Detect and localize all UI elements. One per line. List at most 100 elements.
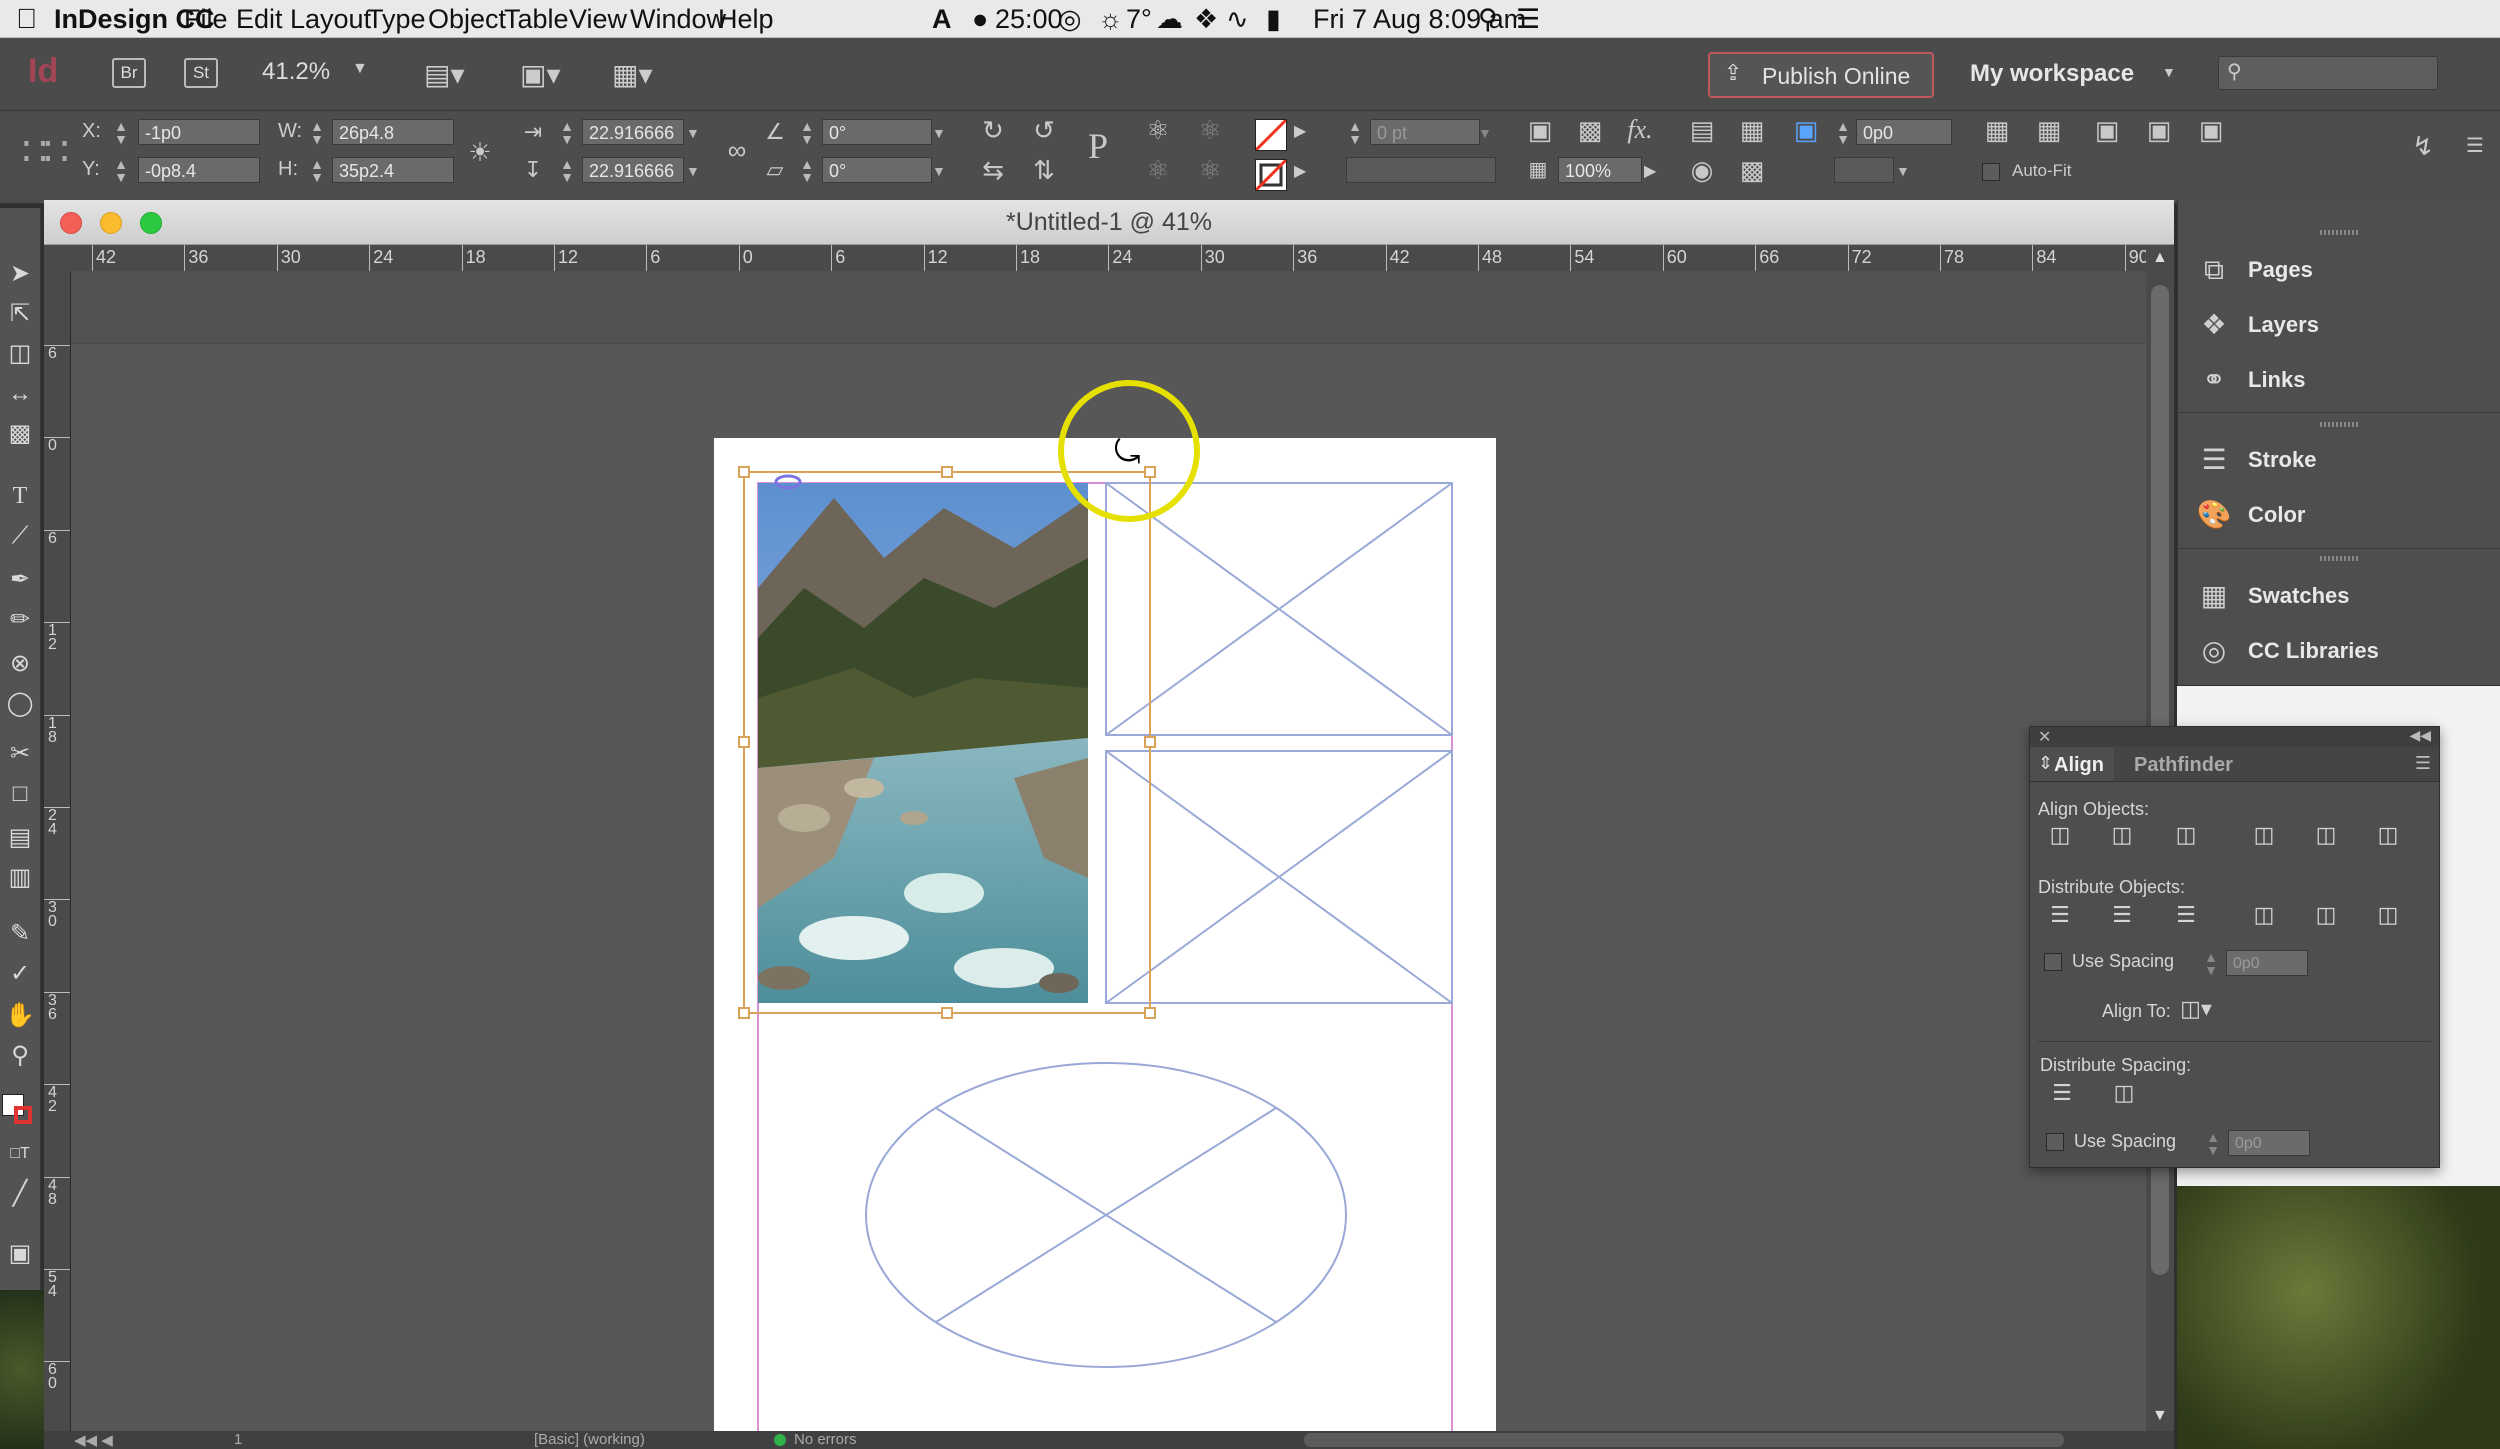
distribute-vertical-centers-icon[interactable]: ☰ <box>2106 899 2138 931</box>
screen-mode-tool-icon[interactable]: ▣ <box>4 1238 36 1270</box>
stroke-type-dropdown[interactable] <box>1346 157 1496 183</box>
w-stepper[interactable]: ▲ ▼ <box>308 119 326 146</box>
h-stepper[interactable]: ▲ ▼ <box>308 157 326 184</box>
align-bottom-edges-icon[interactable]: ◫ <box>2372 819 2404 851</box>
menu-table[interactable]: Table <box>504 3 569 35</box>
wifi-icon[interactable]: ∿ <box>1226 3 1249 35</box>
effects-fx-icon[interactable]: fx. <box>1624 115 1656 145</box>
corner-shape-dropdown-icon[interactable]: ▼ <box>1896 163 1910 179</box>
fit-content-proportionally-icon[interactable]: ▦ <box>1980 115 2014 145</box>
control-panel-menu-icon[interactable]: ☰ <box>2460 131 2490 161</box>
corner-shape-field[interactable] <box>1834 157 1894 183</box>
document-page[interactable] <box>714 438 1496 1449</box>
dropbox-icon[interactable]: ❖ <box>1194 3 1218 35</box>
stroke-weight-dropdown-icon[interactable]: ▼ <box>1478 125 1492 141</box>
gap-tool-icon[interactable]: ↔ <box>4 378 36 410</box>
creative-cloud-icon[interactable]: ◎ <box>1058 3 1082 35</box>
fill-swatch[interactable] <box>1255 119 1287 151</box>
select-container-icon[interactable]: ⚛ <box>1142 115 1174 145</box>
content-collector-icon[interactable]: ▩ <box>4 418 36 450</box>
hand-tool-icon[interactable]: ✋ <box>4 1000 36 1032</box>
opacity-field[interactable]: 100% <box>1558 157 1642 183</box>
auto-fit-checkbox[interactable] <box>1982 163 2000 181</box>
shear-dropdown-icon[interactable]: ▼ <box>932 163 946 179</box>
line-tool-icon[interactable]: ⟋ <box>4 520 36 552</box>
use-spacing-checkbox-2[interactable] <box>2046 1133 2064 1151</box>
drop-shadow-icon[interactable]: ▣ <box>1524 115 1556 145</box>
rectangle-frame-tool-icon[interactable]: ⊗ <box>4 648 36 680</box>
page-tool-icon[interactable]: ◫ <box>4 338 36 370</box>
width-field[interactable]: 26p4.8 <box>332 119 454 145</box>
notification-center-icon[interactable]: ☰ <box>1516 3 1540 35</box>
panel-item-links[interactable]: ⚭ Links <box>2178 352 2500 407</box>
frame-fitting-icon[interactable]: ▣ <box>1790 115 1822 145</box>
fill-frame-proportionally-icon[interactable]: ▦ <box>2032 115 2066 145</box>
gradient-swatch-tool-icon[interactable]: ▤ <box>4 822 36 854</box>
formatting-affects-icon[interactable]: □T <box>4 1138 36 1170</box>
menu-view[interactable]: View <box>569 3 627 35</box>
align-left-edges-icon[interactable]: ◫ <box>2044 819 2076 851</box>
use-spacing-stepper-2[interactable]: ▲ ▼ <box>2204 1130 2222 1157</box>
select-content-icon[interactable]: ⚛ <box>1194 115 1226 145</box>
adobe-icon[interactable]: A <box>932 3 952 35</box>
effects-square-icon[interactable]: ▩ <box>1574 115 1606 145</box>
vertical-ruler[interactable]: 6 0 6 1 2 1 8 2 4 3 0 3 6 4 2 4 8 5 4 6 0 <box>44 271 71 1431</box>
spotlight-search-icon[interactable]: ⚲ <box>1478 3 1498 35</box>
panel-item-pages[interactable]: ⧉ Pages <box>2178 242 2500 297</box>
shear-angle-field[interactable]: 0° <box>822 157 932 183</box>
note-tool-icon[interactable]: ✎ <box>4 918 36 950</box>
menu-help[interactable]: Help <box>718 3 774 35</box>
align-horizontal-centers-icon[interactable]: ◫ <box>2106 819 2138 851</box>
distribute-horizontal-space-icon[interactable]: ◫ <box>2108 1077 2140 1109</box>
screen-mode-icon[interactable]: ▣▾ <box>520 58 561 91</box>
menu-layout[interactable]: Layout <box>290 3 371 35</box>
align-to-selection-dropdown[interactable]: ◫▾ <box>2180 993 2212 1025</box>
view-options-icon[interactable]: ▤▾ <box>424 58 465 91</box>
distribute-left-edges-icon[interactable]: ◫ <box>2248 899 2280 931</box>
y-stepper[interactable]: ▲ ▼ <box>112 157 130 184</box>
apply-none-icon[interactable]: ╱ <box>4 1178 36 1210</box>
text-wrap-none-icon[interactable]: ▤ <box>1686 115 1718 145</box>
menu-window[interactable]: Window <box>630 3 726 35</box>
align-vertical-centers-icon[interactable]: ◫ <box>2310 819 2342 851</box>
chevron-down-icon[interactable]: ▼ <box>352 60 368 78</box>
publish-online-button[interactable]: ⇪ Publish Online <box>1708 52 1934 98</box>
shear-stepper[interactable]: ▲ ▼ <box>798 157 816 184</box>
panel-item-stroke[interactable]: ☰ Stroke <box>2178 432 2500 487</box>
distribute-vertical-space-icon[interactable]: ☰ <box>2046 1077 2078 1109</box>
x-position-field[interactable]: -1p0 <box>138 119 260 145</box>
panel-item-swatches[interactable]: ▦ Swatches <box>2178 568 2500 623</box>
x-stepper[interactable]: ▲ ▼ <box>112 119 130 146</box>
flip-horizontal-icon[interactable]: ⇆ <box>975 155 1011 185</box>
select-previous-icon[interactable]: ⚛ <box>1142 155 1174 185</box>
tab-align[interactable]: ⇕ Align <box>2030 747 2114 781</box>
type-tool-icon[interactable]: T <box>4 480 36 512</box>
bridge-button[interactable]: Br <box>112 58 146 88</box>
align-right-edges-icon[interactable]: ◫ <box>2170 819 2202 851</box>
rotate-counterclockwise-icon[interactable]: ↺ <box>1026 115 1062 145</box>
rotation-angle-field[interactable]: 0° <box>822 119 932 145</box>
gradient-feather-tool-icon[interactable]: ▥ <box>4 862 36 894</box>
height-field[interactable]: 35p2.4 <box>332 157 454 183</box>
y-position-field[interactable]: -0p8.4 <box>138 157 260 183</box>
apple-icon[interactable]:  <box>16 3 37 35</box>
flip-vertical-icon[interactable]: ⇅ <box>1026 155 1062 185</box>
rotation-stepper[interactable]: ▲ ▼ <box>798 119 816 146</box>
ellipse-tool-icon[interactable]: ◯ <box>4 688 36 720</box>
chain-link-icon[interactable]: ∞ <box>722 135 752 165</box>
distribute-top-edges-icon[interactable]: ☰ <box>2044 899 2076 931</box>
menu-object[interactable]: Object <box>428 3 506 35</box>
menu-type[interactable]: Type <box>367 3 426 35</box>
stroke-dropdown-icon[interactable]: ▶ <box>1294 161 1306 181</box>
weather-icon[interactable]: ☼ <box>1098 3 1123 35</box>
reference-point-icon[interactable]: ∷∷ <box>22 129 69 175</box>
direct-selection-tool-icon[interactable]: ⇱ <box>4 298 36 330</box>
use-spacing-stepper[interactable]: ▲ ▼ <box>2202 950 2220 977</box>
text-wrap-bounding-icon[interactable]: ▦ <box>1736 115 1768 145</box>
close-panel-icon[interactable]: ✕ <box>2038 727 2051 747</box>
scissors-tool-icon[interactable]: ✂ <box>4 738 36 770</box>
offset-stepper[interactable]: ▲ ▼ <box>1834 119 1852 146</box>
rotation-dropdown-icon[interactable]: ▼ <box>932 125 946 141</box>
workspace-chevron-icon[interactable]: ▼ <box>2162 64 2176 80</box>
scale-x-stepper[interactable]: ▲ ▼ <box>558 119 576 146</box>
